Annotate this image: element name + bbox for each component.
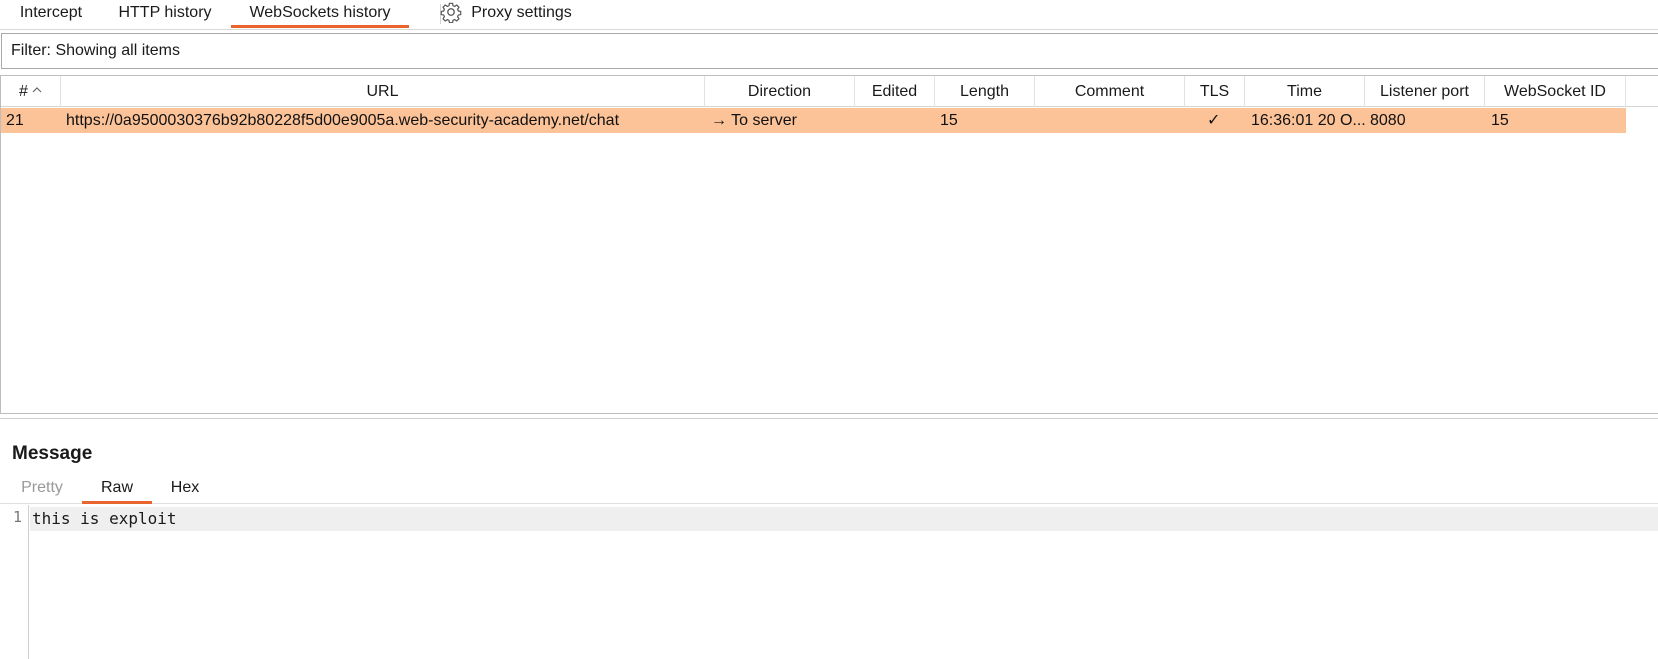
column-header-time[interactable]: Time xyxy=(1245,76,1365,107)
filter-bar[interactable]: Filter: Showing all items xyxy=(1,33,1658,69)
column-header-length[interactable]: Length xyxy=(935,76,1035,107)
tab-websockets-history[interactable]: WebSockets history xyxy=(231,0,409,29)
column-header-listener-port[interactable]: Listener port xyxy=(1365,76,1485,107)
cell-websocket-id: 15 xyxy=(1491,112,1509,129)
line-number: 1 xyxy=(12,508,22,526)
tab-intercept[interactable]: Intercept xyxy=(10,0,92,29)
column-header-websocket-id[interactable]: WebSocket ID xyxy=(1485,76,1626,107)
cell-comment xyxy=(1039,108,1179,133)
tab-proxy-settings-label: Proxy settings xyxy=(471,4,572,21)
pane-splitter[interactable] xyxy=(0,418,1658,419)
cell-listener-port: 8080 xyxy=(1370,112,1406,129)
column-header-comment[interactable]: Comment xyxy=(1035,76,1185,107)
column-header-label: # xyxy=(19,83,28,100)
message-view-tabs: Pretty Raw Hex xyxy=(0,474,1658,504)
table-row[interactable]: 21 https://0a9500030376b92b80228f5d00e90… xyxy=(1,108,1626,133)
proxy-tab-bar: Intercept HTTP history WebSockets histor… xyxy=(0,0,1658,30)
direction-label: To server xyxy=(731,112,797,129)
column-header-tls[interactable]: TLS xyxy=(1185,76,1245,107)
tls-check-icon: ✓ xyxy=(1207,112,1221,129)
line-number-gutter: 1 xyxy=(0,505,29,659)
tab-pretty[interactable]: Pretty xyxy=(12,474,72,504)
message-editor[interactable]: 1 this is exploit xyxy=(0,505,1658,659)
message-line[interactable]: this is exploit xyxy=(30,507,1658,531)
cell-length: 15 xyxy=(940,112,958,129)
websockets-history-table: # URL Direction Edited Length Comment TL… xyxy=(0,75,1658,414)
column-header-edited[interactable]: Edited xyxy=(855,76,935,107)
column-header-direction[interactable]: Direction xyxy=(705,76,855,107)
cell-url: https://0a9500030376b92b80228f5d00e9005a… xyxy=(66,112,620,129)
cell-number: 21 xyxy=(6,112,24,129)
column-header-number[interactable]: # xyxy=(1,76,61,107)
tab-hex[interactable]: Hex xyxy=(160,474,210,504)
gear-icon xyxy=(440,2,462,23)
sort-ascending-icon xyxy=(32,87,42,93)
tab-http-history[interactable]: HTTP history xyxy=(112,0,218,29)
arrow-right-icon: → xyxy=(711,112,727,129)
column-header-url[interactable]: URL xyxy=(61,76,705,107)
tab-proxy-settings[interactable]: Proxy settings xyxy=(440,0,575,29)
cell-edited xyxy=(859,108,931,133)
tab-raw[interactable]: Raw xyxy=(82,474,152,504)
table-header: # URL Direction Edited Length Comment TL… xyxy=(1,76,1658,107)
cell-time: 16:36:01 20 O... xyxy=(1251,112,1365,129)
message-panel-title: Message xyxy=(12,443,93,464)
cell-direction: → To server xyxy=(711,108,851,133)
